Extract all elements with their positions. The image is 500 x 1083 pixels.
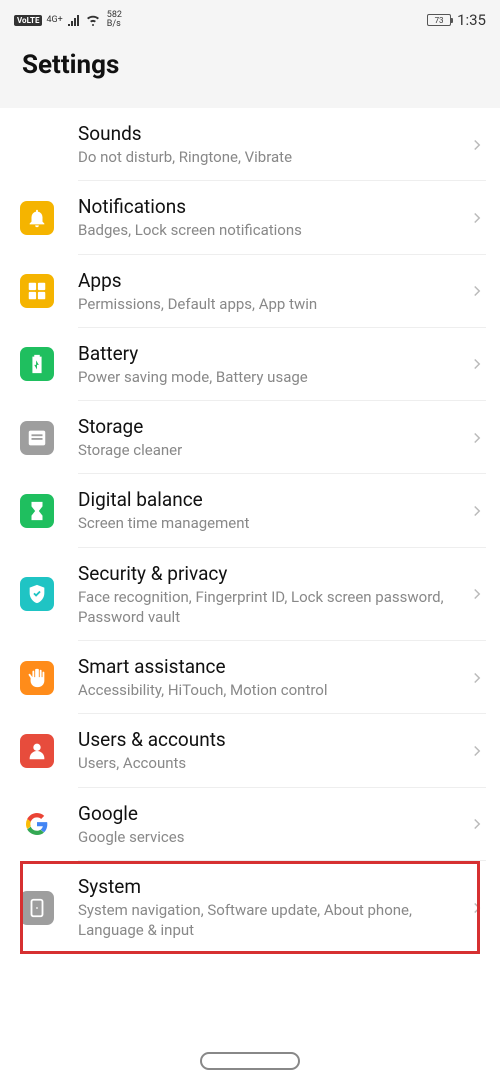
page-header: Settings xyxy=(0,40,500,108)
google-icon xyxy=(20,807,54,841)
chevron-right-icon xyxy=(468,815,486,833)
chevron-right-icon xyxy=(468,355,486,373)
notifications-item[interactable]: NotificationsBadges, Lock screen notific… xyxy=(0,181,500,254)
chevron-right-icon xyxy=(468,742,486,760)
chevron-right-icon xyxy=(468,502,486,520)
wifi-icon xyxy=(85,14,101,26)
smart-assistance-item[interactable]: Smart assistanceAccessibility, HiTouch, … xyxy=(0,641,500,714)
shield-icon xyxy=(20,577,54,611)
sounds-icon xyxy=(20,128,54,162)
network-type: 4G+ xyxy=(46,16,62,25)
digital-balance-item[interactable]: Digital balanceScreen time management xyxy=(0,474,500,547)
security-item[interactable]: Security & privacyFace recognition, Fing… xyxy=(0,548,500,642)
chevron-right-icon xyxy=(468,282,486,300)
storage-icon xyxy=(20,421,54,455)
clock: 1:35 xyxy=(457,11,486,29)
hourglass-icon xyxy=(20,494,54,528)
home-indicator[interactable] xyxy=(200,1052,300,1070)
apps-item[interactable]: AppsPermissions, Default apps, App twin xyxy=(0,255,500,328)
volte-badge: VoLTE xyxy=(14,15,42,26)
system-icon xyxy=(20,891,54,925)
chevron-right-icon xyxy=(468,585,486,603)
chevron-right-icon xyxy=(468,429,486,447)
battery-icon: 73 xyxy=(427,14,451,26)
chevron-right-icon xyxy=(468,669,486,687)
sounds-item[interactable]: SoundsDo not disturb, Ringtone, Vibrate xyxy=(0,108,500,181)
chevron-right-icon xyxy=(468,899,486,917)
chevron-right-icon xyxy=(468,209,486,227)
settings-list: SoundsDo not disturb, Ringtone, Vibrate … xyxy=(0,108,500,954)
chevron-right-icon xyxy=(468,136,486,154)
signal-icon xyxy=(67,14,81,26)
page-title: Settings xyxy=(22,50,478,80)
system-item[interactable]: SystemSystem navigation, Software update… xyxy=(0,861,500,955)
user-icon xyxy=(20,734,54,768)
apps-icon xyxy=(20,274,54,308)
storage-item[interactable]: StorageStorage cleaner xyxy=(0,401,500,474)
navigation-bar xyxy=(0,1039,500,1083)
status-bar: VoLTE 4G+ 582B/s 73 1:35 xyxy=(0,0,500,40)
google-item[interactable]: GoogleGoogle services xyxy=(0,788,500,861)
users-accounts-item[interactable]: Users & accountsUsers, Accounts xyxy=(0,714,500,787)
battery-item[interactable]: BatteryPower saving mode, Battery usage xyxy=(0,328,500,401)
battery-icon xyxy=(20,347,54,381)
bell-icon xyxy=(20,201,54,235)
hand-icon xyxy=(20,661,54,695)
